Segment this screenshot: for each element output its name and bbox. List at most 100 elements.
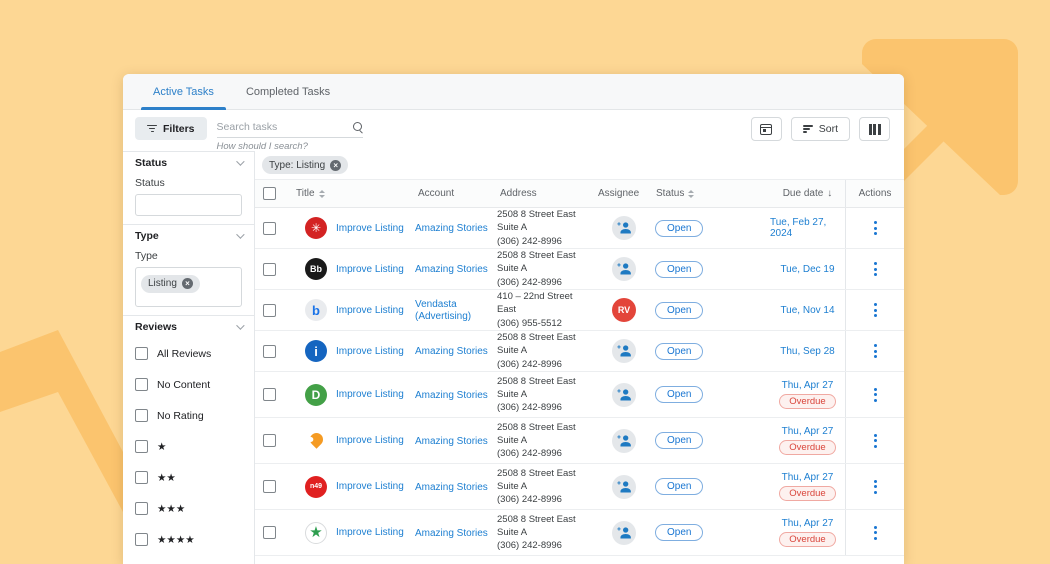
row-checkbox[interactable] [263,480,276,493]
type-listing-chip: Listing × [141,275,200,293]
task-title-link[interactable]: Improve Listing [336,481,404,492]
type-chip-label: Listing [148,278,177,289]
row-checkbox[interactable] [263,526,276,539]
address-line-2: (306) 242-8996 [497,447,589,460]
account-link[interactable]: Vendasta (Advertising) [415,299,471,322]
reviews-section-header[interactable]: Reviews [123,316,254,338]
status-badge[interactable]: Open [655,386,703,403]
task-title-link[interactable]: Improve Listing [336,346,404,357]
task-title-link[interactable]: Improve Listing [336,264,404,275]
tab-completed-tasks[interactable]: Completed Tasks [230,74,346,109]
assignee-avatar[interactable] [612,475,636,499]
column-header-status[interactable]: Status [653,188,770,199]
sort-button[interactable]: Sort [791,117,850,141]
status-section-header[interactable]: Status [123,152,254,174]
assignee-avatar[interactable] [612,216,636,240]
table-body: ✳ Improve Listing Amazing Stories 2508 8… [255,208,904,556]
account-link[interactable]: Amazing Stories [415,264,488,275]
assignee-avatar[interactable] [612,339,636,363]
task-title-link[interactable]: Improve Listing [336,305,404,316]
task-title-link[interactable]: Improve Listing [336,389,404,400]
status-badge[interactable]: Open [655,524,703,541]
review-filter-item: ★★★★ [123,524,254,555]
assignee-avatar[interactable]: RV [612,298,636,322]
status-input[interactable] [135,194,242,216]
row-actions-menu-icon[interactable] [870,299,881,321]
assignee-avatar[interactable] [612,429,636,453]
chevron-down-icon [236,321,244,329]
column-header-due-date[interactable]: Due date ↓ [770,188,845,199]
row-checkbox[interactable] [263,434,276,447]
column-header-title[interactable]: Title [291,188,415,199]
account-link[interactable]: Amazing Stories [415,482,488,493]
calendar-button[interactable] [751,117,782,141]
columns-button[interactable] [859,117,890,141]
row-actions-menu-icon[interactable] [870,476,881,498]
address-line-2: (306) 242-8996 [497,276,589,289]
review-filter-checkbox[interactable] [135,409,148,422]
row-actions-menu-icon[interactable] [870,258,881,280]
account-link[interactable]: Amazing Stories [415,390,488,401]
address-cell: 2508 8 Street East Suite A (306) 242-899… [497,249,595,289]
review-filter-checkbox[interactable] [135,347,148,360]
status-badge[interactable]: Open [655,432,703,449]
row-actions-menu-icon[interactable] [870,522,881,544]
row-checkbox[interactable] [263,304,276,317]
yelp-icon: ✳ [305,217,327,239]
review-filter-checkbox[interactable] [135,471,148,484]
filters-button-label: Filters [163,123,195,135]
row-checkbox[interactable] [263,263,276,276]
column-header-address[interactable]: Address [497,188,595,199]
overdue-badge: Overdue [779,532,835,547]
column-header-actions: Actions [845,180,904,207]
type-section-header[interactable]: Type [123,225,254,247]
remove-filter-icon[interactable]: × [330,160,341,171]
task-title-link[interactable]: Improve Listing [336,527,404,538]
review-filter-checkbox[interactable] [135,440,148,453]
tab-active-tasks[interactable]: Active Tasks [137,74,230,109]
status-badge[interactable]: Open [655,478,703,495]
search-input[interactable] [217,121,352,133]
task-title-link[interactable]: Improve Listing [336,223,404,234]
row-actions-menu-icon[interactable] [870,217,881,239]
address-cell: 410 – 22nd Street East (306) 955-5512 [497,290,595,330]
assignee-avatar[interactable] [612,257,636,281]
assignee-avatar[interactable] [612,383,636,407]
row-actions-menu-icon[interactable] [870,384,881,406]
assignee-avatar[interactable] [612,521,636,545]
account-link[interactable]: Amazing Stories [415,436,488,447]
account-link[interactable]: Amazing Stories [415,528,488,539]
row-checkbox[interactable] [263,345,276,358]
reviews-section-title: Reviews [135,321,177,333]
chevron-down-icon [236,230,244,238]
task-title-link[interactable]: Improve Listing [336,435,404,446]
row-actions-menu-icon[interactable] [870,340,881,362]
row-actions-menu-icon[interactable] [870,430,881,452]
status-badge[interactable]: Open [655,302,703,319]
status-badge[interactable]: Open [655,343,703,360]
column-header-account[interactable]: Account [415,188,497,199]
filters-sidebar: Status Status Type Type Listing [123,151,255,564]
remove-chip-icon[interactable]: × [182,278,193,289]
status-badge[interactable]: Open [655,220,703,237]
row-checkbox[interactable] [263,388,276,401]
review-filter-checkbox[interactable] [135,533,148,546]
column-header-assignee[interactable]: Assignee [595,188,653,199]
review-filter-checkbox[interactable] [135,378,148,391]
address-line-1: 2508 8 Street East Suite A [497,249,589,276]
select-all-checkbox[interactable] [263,187,276,200]
search-icon[interactable] [352,121,364,133]
infogroup-icon: i [305,340,327,362]
status-badge[interactable]: Open [655,261,703,278]
row-checkbox[interactable] [263,222,276,235]
account-link[interactable]: Amazing Stories [415,223,488,234]
due-date: Thu, Apr 27 [782,472,834,483]
address-line-2: (306) 242-8996 [497,401,589,414]
address-line-2: (306) 242-8996 [497,493,589,506]
type-chip-box[interactable]: Listing × [135,267,242,307]
review-filter-checkbox[interactable] [135,502,148,515]
reviews-checklist: All Reviews No Content No Rating ★ ★★ ★★… [123,338,254,564]
sort-both-icon [319,190,325,198]
filters-button[interactable]: Filters [135,117,207,140]
account-link[interactable]: Amazing Stories [415,346,488,357]
